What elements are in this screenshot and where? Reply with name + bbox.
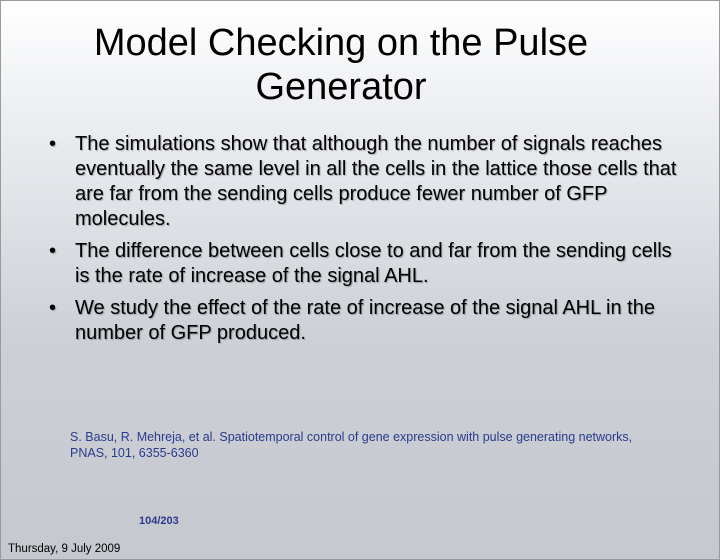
page-number[interactable]: 104/203: [139, 515, 179, 527]
bullet-icon: •: [49, 297, 57, 319]
bullet-text: The difference between cells close to an…: [75, 240, 672, 287]
footer-date: Thursday, 9 July 2009: [8, 543, 121, 555]
bullet-icon: •: [49, 240, 57, 262]
bullet-text: We study the effect of the rate of incre…: [75, 297, 655, 344]
bullet-item: • The difference between cells close to …: [49, 239, 689, 289]
bullet-list: • The simulations show that although the…: [49, 132, 689, 353]
slide: Model Checking on the Pulse Generator • …: [0, 0, 720, 560]
bullet-icon: •: [49, 133, 57, 155]
bullet-item: • We study the effect of the rate of inc…: [49, 296, 689, 346]
bullet-text: The simulations show that although the n…: [75, 133, 677, 230]
bullet-item: • The simulations show that although the…: [49, 132, 689, 232]
slide-title: Model Checking on the Pulse Generator: [93, 22, 589, 108]
reference-citation: S. Basu, R. Mehreja, et al. Spatiotempor…: [70, 430, 633, 460]
